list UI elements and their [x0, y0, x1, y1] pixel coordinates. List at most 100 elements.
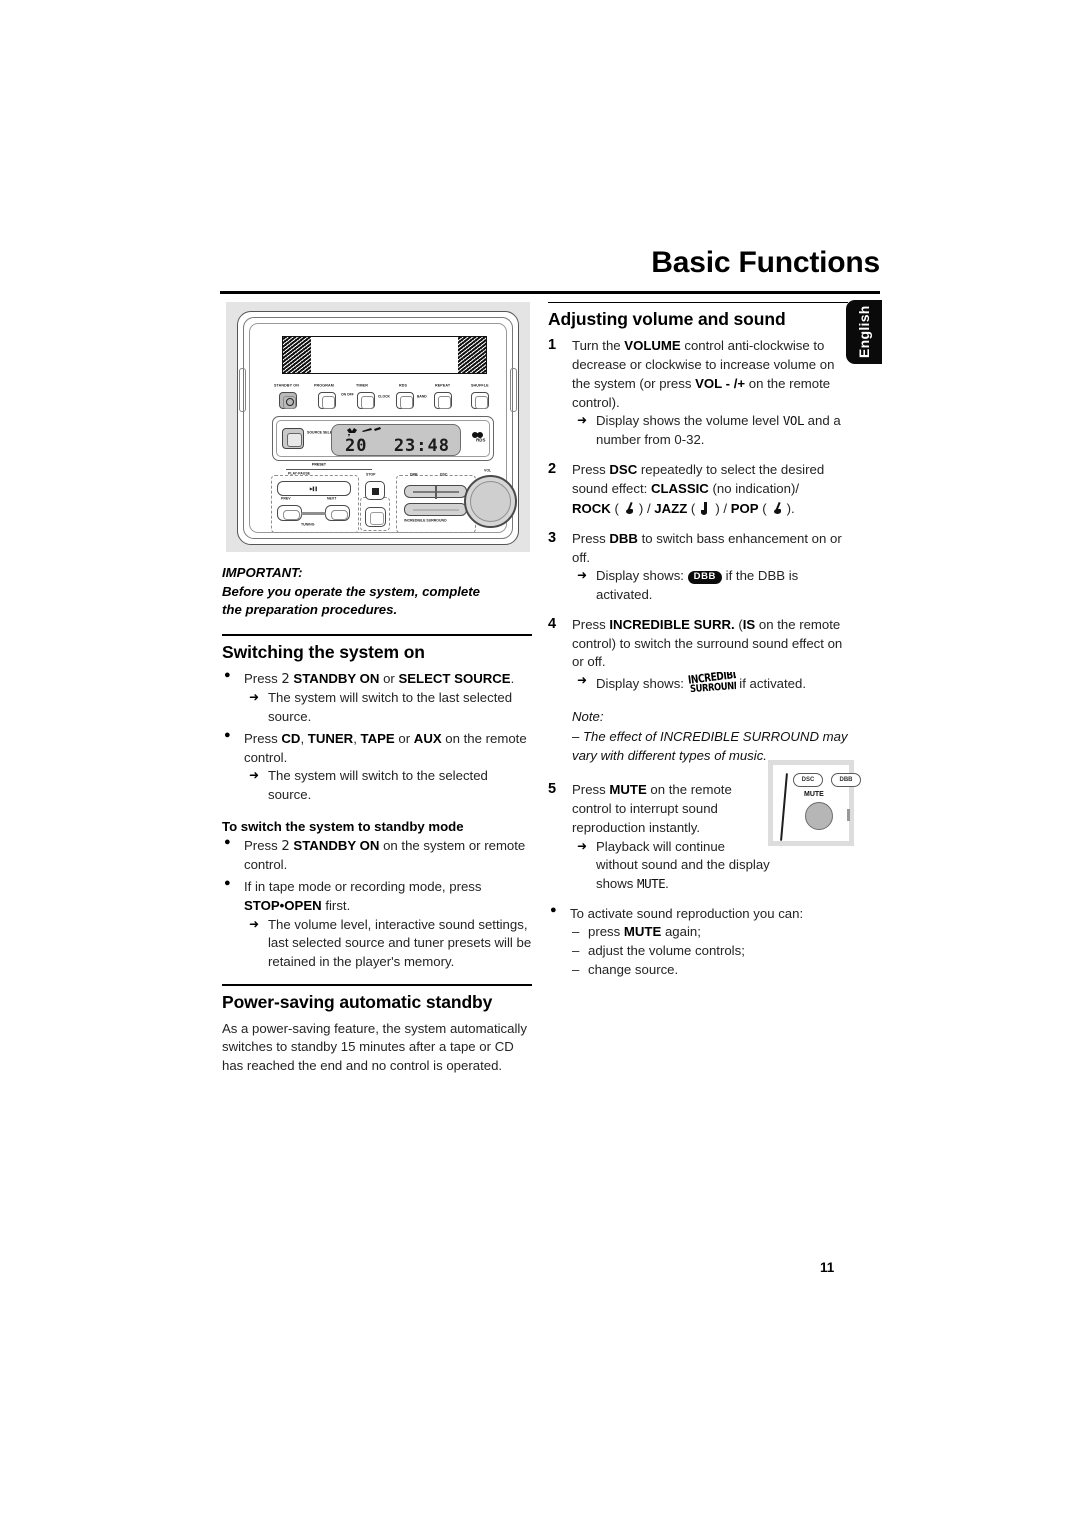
- language-tab: English: [846, 300, 882, 364]
- s3: or: [394, 730, 414, 746]
- saxophone-jazz-icon: [695, 501, 715, 516]
- button-incredible-surround[interactable]: [404, 503, 467, 516]
- s2: ,: [353, 730, 361, 746]
- t: Press: [244, 837, 282, 853]
- button-dbb-dsc-rocker[interactable]: [404, 485, 467, 499]
- t: If in tape mode or recording mode, press: [244, 879, 482, 895]
- button-stop[interactable]: [365, 481, 385, 500]
- button-timer[interactable]: [357, 392, 375, 409]
- system-illustration: STANDBY ON PROGRAM TIMER ON OFF RDS CLOC…: [226, 302, 530, 552]
- label-dsc: DSC: [440, 473, 448, 478]
- button-next[interactable]: [325, 505, 350, 521]
- bullet-stop-open: If in tape mode or recording mode, press…: [222, 877, 532, 972]
- t1: Press: [572, 782, 610, 798]
- remote-side-key: [847, 809, 850, 821]
- guitar-rock-icon: [619, 501, 639, 516]
- d1: press: [588, 924, 624, 940]
- b-tape: TAPE: [360, 730, 395, 746]
- remote-button-dsc[interactable]: DSC: [793, 773, 823, 787]
- standby-glyph-2: 2: [281, 838, 290, 854]
- button-shuffle[interactable]: [471, 392, 489, 409]
- label-repeat: REPEAT: [435, 384, 451, 389]
- remote-button-mute[interactable]: [805, 802, 833, 830]
- button-standby-on[interactable]: [279, 392, 297, 409]
- label-tuning: TUNING: [301, 523, 315, 528]
- lcd-display: 20 23:48: [331, 424, 461, 456]
- t3: (no indication)/: [708, 480, 800, 496]
- dash-change-source: change source.: [570, 961, 848, 980]
- incredible-surround-logo-icon: INCREDIBLE SURROUND: [688, 672, 736, 694]
- step-4: 4 Press INCREDIBLE SURR. (IS on the remo…: [548, 616, 848, 694]
- b-stop-open: STOP•OPEN: [244, 897, 322, 913]
- label-jazz: JAZZ: [654, 501, 688, 517]
- cd-rds-logo-icon: RDS: [471, 431, 486, 446]
- button-rds[interactable]: [396, 392, 414, 409]
- is-logo-line2: SURROUND: [689, 679, 736, 695]
- paren-jazz-open: (: [687, 501, 696, 517]
- device-body: STANDBY ON PROGRAM TIMER ON OFF RDS CLOC…: [237, 311, 519, 545]
- bullet-press-standby: Press 2 STANDBY ON or SELECT SOURCE. The…: [222, 669, 532, 727]
- step-4-text: Press INCREDIBLE SURR. (IS on the remote…: [572, 616, 848, 672]
- power-saving-section: Power-saving automatic standby As a powe…: [222, 984, 532, 1076]
- b-classic: CLASSIC: [650, 480, 709, 496]
- switching-section-rule: [222, 634, 532, 636]
- power-saving-rule: [222, 984, 532, 986]
- step-1: 1 Turn the VOLUME control anti-clockwise…: [548, 337, 848, 449]
- b-tuner: TUNER: [307, 730, 354, 746]
- arrow-last-selected-source: The system will switch to the last selec…: [249, 689, 532, 726]
- t1: Press: [572, 461, 610, 477]
- step-2-number: 2: [548, 460, 557, 477]
- t: Press: [244, 730, 282, 746]
- power-saving-body: As a power-saving feature, the system au…: [222, 1020, 527, 1074]
- b-select-source: SELECT SOURCE: [398, 670, 511, 686]
- lcd-volume-value: 20: [345, 436, 368, 456]
- bullet-press-standby-text: Press 2 STANDBY ON or SELECT SOURCE.: [244, 670, 532, 690]
- label-dbb: DBB: [410, 473, 418, 478]
- hatch-right: [458, 337, 486, 373]
- t3: .: [510, 670, 515, 686]
- device-side-notch-right: [510, 368, 517, 412]
- bullet-stop-open-text: If in tape mode or recording mode, press…: [244, 878, 532, 915]
- note-block: Note: – The effect of INCREDIBLE SURROUN…: [572, 708, 848, 765]
- arrow-selected-source: The system will switch to the selected s…: [249, 767, 532, 804]
- device-side-notch-left: [239, 368, 246, 412]
- important-heading: IMPORTANT:: [222, 565, 303, 580]
- remote-edge-line: [780, 773, 788, 841]
- step-5-number: 5: [548, 781, 557, 798]
- lower-control-cluster: PRESET PLAY·PAUSE PREV NEXT TUNING STOP …: [268, 463, 517, 537]
- button-source-select[interactable]: [282, 428, 304, 449]
- button-play-pause[interactable]: [277, 481, 351, 496]
- step-1-number: 1: [548, 337, 557, 354]
- dash-adjust-volume: adjust the volume controls;: [570, 942, 848, 961]
- b-is: IS: [742, 616, 756, 632]
- button-prev[interactable]: [277, 505, 302, 521]
- step-3: 3 Press DBB to switch bass enhancement o…: [548, 530, 848, 605]
- label-next: NEXT: [327, 497, 337, 502]
- button-repeat[interactable]: [434, 392, 452, 409]
- label-incredible-surround: INCREDIBLE SURROUND: [404, 519, 447, 524]
- remote-button-dbb[interactable]: DBB: [831, 773, 861, 787]
- label-shuffle: SHUFFLE: [471, 384, 489, 389]
- important-line-2: the preparation procedures.: [222, 602, 398, 618]
- bullet-standby-on-system: Press 2 STANDBY ON on the system or remo…: [222, 836, 532, 875]
- t2: (: [734, 616, 743, 632]
- tuning-bar: [301, 512, 326, 515]
- label-rock: ROCK: [572, 501, 611, 517]
- standby-glyph: 2: [281, 671, 290, 687]
- cassette-door: [282, 336, 487, 374]
- a2: .: [665, 876, 669, 892]
- button-eject[interactable]: [365, 507, 386, 527]
- a1: Display shows:: [596, 676, 688, 692]
- label-timer: TIMER: [356, 384, 368, 389]
- t1: Press: [572, 531, 610, 546]
- b-mute: MUTE: [609, 782, 647, 798]
- manual-page: Basic Functions English STANDBY ON PROGR…: [0, 0, 1080, 1528]
- t: Press: [244, 670, 282, 686]
- dash-press-mute: press MUTE again;: [570, 923, 848, 942]
- b-dbb: DBB: [609, 531, 638, 546]
- display-panel: SOURCE SELECT 20 23:48 RDS: [272, 416, 494, 461]
- t2: or: [379, 670, 399, 686]
- volume-knob[interactable]: [464, 475, 517, 528]
- paren-jazz-close: ) /: [715, 501, 731, 517]
- button-program[interactable]: [318, 392, 336, 409]
